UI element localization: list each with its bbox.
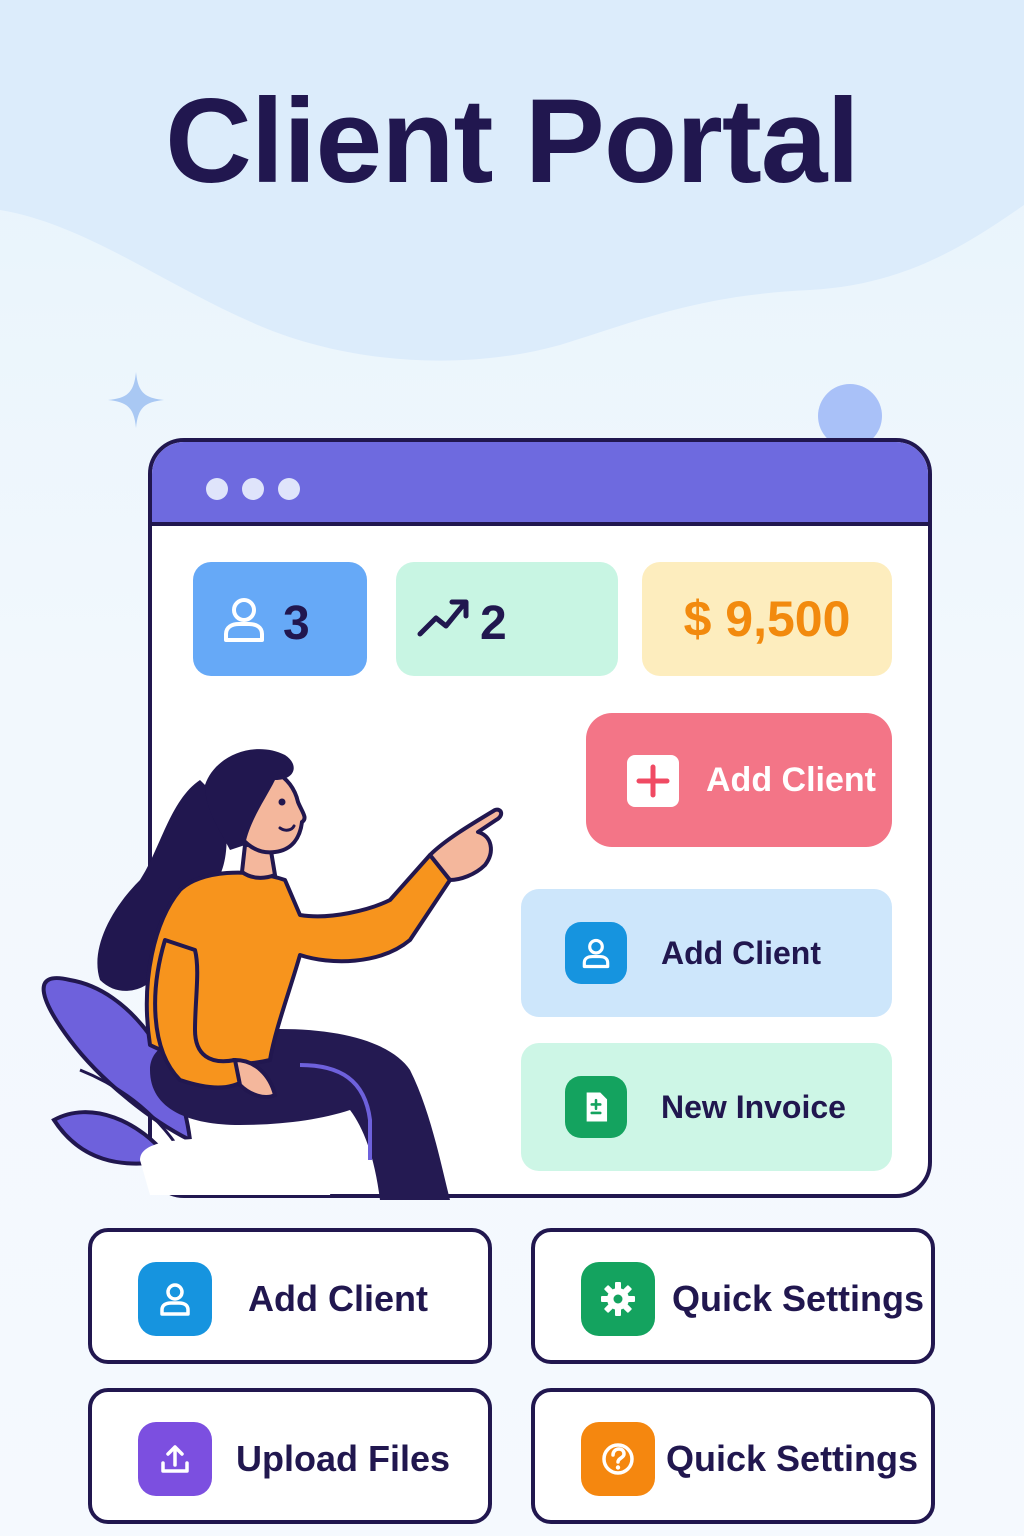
upload-icon — [138, 1422, 212, 1496]
background-wave — [0, 0, 1024, 361]
window-titlebar — [152, 442, 928, 526]
stat-card-revenue[interactable]: $ 9,500 — [642, 562, 892, 676]
clients-count: 3 — [283, 597, 310, 650]
new-invoice-label: New Invoice — [661, 1089, 846, 1125]
action-label: Add Client — [248, 1278, 428, 1319]
stat-card-clients[interactable]: 3 — [193, 562, 367, 676]
invoice-document-icon — [565, 1076, 627, 1138]
action-label: Quick Settings — [666, 1438, 919, 1479]
growth-count: 2 — [480, 597, 507, 650]
person-pointing-illustration — [41, 749, 504, 1200]
action-card-quick-settings-help[interactable]: Quick Settings — [531, 1388, 935, 1524]
sparkle-icon — [108, 372, 164, 428]
stat-card-growth[interactable]: 2 — [396, 562, 618, 676]
window-dot[interactable] — [206, 478, 228, 500]
revenue-amount: $ 9,500 — [683, 591, 851, 647]
trend-up-icon — [417, 599, 469, 637]
user-icon — [565, 922, 627, 984]
add-client-primary-label: Add Client — [706, 761, 876, 799]
user-icon — [224, 598, 264, 642]
action-card-upload-files[interactable]: Upload Files — [88, 1388, 492, 1524]
add-client-primary-button[interactable]: Add Client — [586, 713, 892, 847]
help-icon — [581, 1422, 655, 1496]
action-card-add-client[interactable]: Add Client — [88, 1228, 492, 1364]
window-dot[interactable] — [242, 478, 264, 500]
user-icon — [138, 1262, 212, 1336]
action-card-quick-settings[interactable]: Quick Settings — [531, 1228, 935, 1364]
action-label: Upload Files — [236, 1438, 451, 1479]
action-label: Quick Settings — [672, 1278, 925, 1319]
plus-icon — [627, 755, 679, 807]
new-invoice-button[interactable]: New Invoice — [521, 1043, 892, 1171]
window-dot[interactable] — [278, 478, 300, 500]
page-title: Client Portal — [165, 74, 860, 208]
add-client-button[interactable]: Add Client — [521, 889, 892, 1017]
gear-icon — [581, 1262, 655, 1336]
add-client-label: Add Client — [661, 935, 821, 971]
